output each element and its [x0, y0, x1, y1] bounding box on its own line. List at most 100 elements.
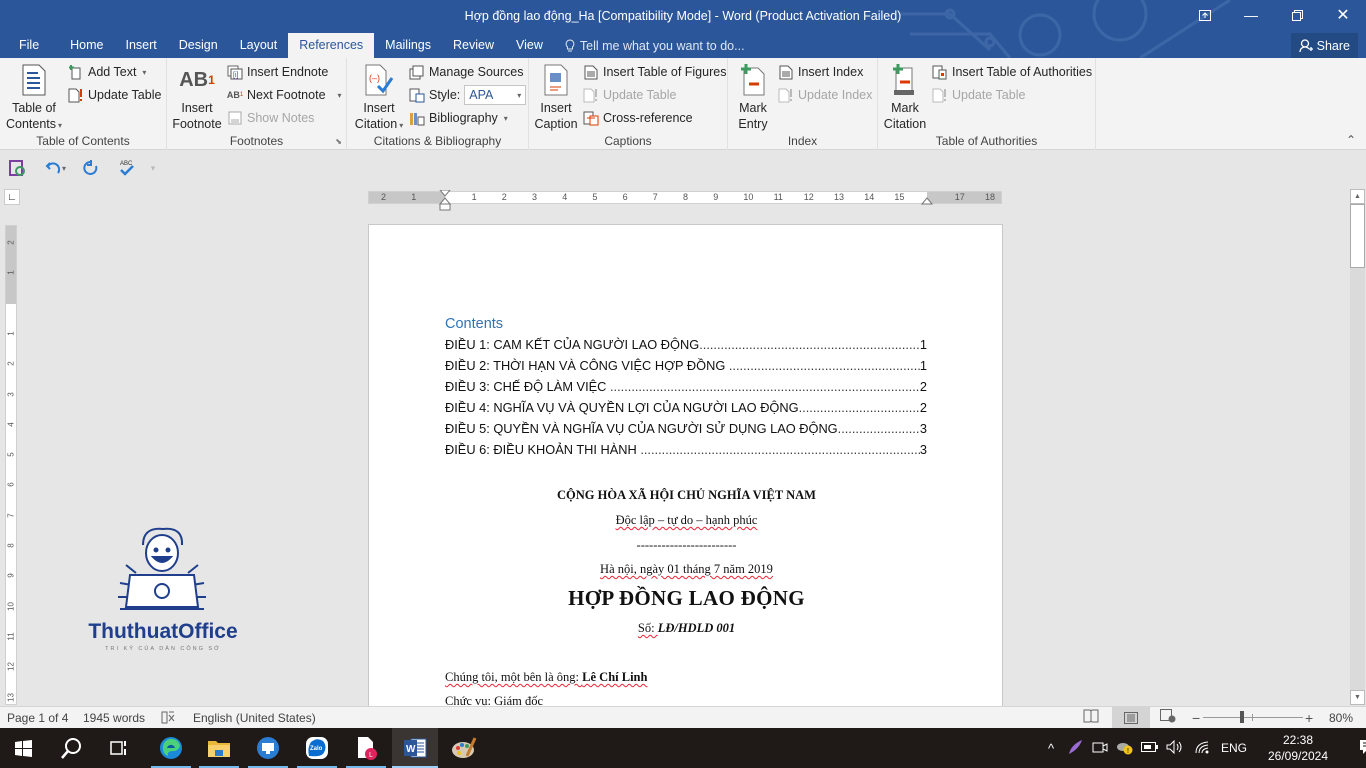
- indent-markers[interactable]: [439, 190, 451, 212]
- tell-me-box[interactable]: Tell me what you want to do...: [554, 33, 756, 58]
- document-page[interactable]: Contents ĐIỀU 1: CAM KẾT CỦA NGƯỜI LAO Đ…: [368, 224, 1003, 706]
- onedrive-warning-icon[interactable]: !: [1112, 739, 1138, 758]
- insert-endnote-button[interactable]: [i] Insert Endnote: [227, 62, 328, 82]
- toc-entry[interactable]: ĐIỀU 2: THỜI HẠN VÀ CÔNG VIỆC HỢP ĐỒNG .…: [445, 358, 927, 373]
- share-button[interactable]: Share: [1290, 33, 1358, 58]
- undo-button[interactable]: ▾: [40, 157, 70, 179]
- taskbar-document-l[interactable]: L: [343, 728, 389, 768]
- insert-caption-button[interactable]: Insert Caption: [533, 62, 579, 132]
- insert-citation-button[interactable]: (–) Insert Citation ▾: [351, 62, 407, 134]
- svg-text:(–): (–): [369, 73, 380, 83]
- wifi-icon[interactable]: [1188, 740, 1216, 757]
- minimize-button[interactable]: —: [1228, 0, 1274, 30]
- scroll-thumb[interactable]: [1350, 204, 1365, 268]
- toc-entry[interactable]: ĐIỀU 6: ĐIỀU KHOẢN THI HÀNH ............…: [445, 442, 927, 457]
- zoom-slider-thumb[interactable]: [1239, 711, 1244, 723]
- toc-entry[interactable]: ĐIỀU 1: CAM KẾT CỦA NGƯỜI LAO ĐỘNG......…: [445, 337, 927, 352]
- save-button[interactable]: [6, 157, 28, 179]
- dialog-launcher-icon[interactable]: ⬊: [335, 137, 342, 146]
- table-of-contents-button[interactable]: Table of Contents ▾: [6, 62, 62, 134]
- ruler-tick-label: 6: [622, 192, 628, 202]
- toc-entry[interactable]: ĐIỀU 3: CHẾ ĐỘ LÀM VIỆC ................…: [445, 379, 927, 394]
- update-table-button[interactable]: Update Table: [68, 85, 161, 105]
- tab-mailings[interactable]: Mailings: [374, 33, 442, 58]
- ruler-tick-label: 4: [6, 422, 16, 427]
- right-indent-marker[interactable]: [921, 196, 933, 205]
- tab-design[interactable]: Design: [168, 33, 229, 58]
- ribbon-display-options-button[interactable]: [1182, 0, 1228, 30]
- tab-layout[interactable]: Layout: [229, 33, 289, 58]
- scroll-down-button[interactable]: ▼: [1350, 690, 1365, 705]
- taskbar-paint[interactable]: [441, 728, 487, 768]
- taskbar-remote-desktop[interactable]: [245, 728, 291, 768]
- proofing-icon[interactable]: [161, 710, 175, 727]
- read-mode-button[interactable]: [1083, 709, 1101, 725]
- taskbar-edge[interactable]: [148, 728, 194, 768]
- feather-app-icon[interactable]: [1062, 739, 1088, 758]
- group-label-authorities: Table of Authorities: [935, 134, 1038, 148]
- tab-view[interactable]: View: [505, 33, 554, 58]
- tab-insert[interactable]: Insert: [115, 33, 168, 58]
- search-button[interactable]: [48, 728, 94, 768]
- add-text-icon: [68, 64, 84, 80]
- vertical-scrollbar[interactable]: ▲ ▼: [1350, 189, 1365, 705]
- insert-index-button[interactable]: Insert Index: [778, 62, 863, 82]
- print-layout-button[interactable]: [1112, 707, 1150, 728]
- update-table-figures-label: Update Table: [603, 88, 677, 102]
- toc-entry[interactable]: ĐIỀU 5: QUYỀN VÀ NGHĨA VỤ CỦA NGƯỜI SỬ D…: [445, 421, 927, 436]
- next-footnote-button[interactable]: AB 1 Next Footnote ▾: [227, 85, 342, 105]
- word-count[interactable]: 1945 words: [83, 711, 145, 725]
- toc-entry[interactable]: ĐIỀU 4: NGHĨA VỤ VÀ QUYỀN LỢI CỦA NGƯỜI …: [445, 400, 927, 415]
- taskbar-word[interactable]: W: [392, 728, 438, 768]
- spelling-check-button[interactable]: ABC: [116, 157, 138, 179]
- tab-references[interactable]: References: [288, 33, 375, 58]
- tab-review[interactable]: Review: [442, 33, 505, 58]
- page-count[interactable]: Page 1 of 4: [7, 711, 68, 725]
- mark-citation-label-1: Mark: [891, 101, 919, 115]
- zoom-slider[interactable]: [1203, 711, 1303, 723]
- volume-icon[interactable]: [1162, 739, 1188, 757]
- vertical-ruler[interactable]: 2 1 1 2 3 4 5 6 7 8 9 10 11 12 13: [5, 225, 17, 705]
- restore-button[interactable]: [1274, 0, 1320, 30]
- next-footnote-dropdown[interactable]: ▾: [338, 91, 342, 100]
- web-layout-button[interactable]: [1160, 709, 1178, 725]
- bibliography-label: Bibliography: [429, 111, 498, 125]
- tab-selector[interactable]: ∟: [4, 189, 20, 205]
- horizontal-ruler[interactable]: 2 1 1 2 3 4 5 6 7 8 9 10 11 12 13 14 15 17 18: [368, 190, 1002, 211]
- insert-table-of-authorities-button[interactable]: Insert Table of Authorities: [932, 62, 1092, 82]
- manage-sources-button[interactable]: Manage Sources: [409, 62, 524, 82]
- tab-home[interactable]: Home: [59, 33, 114, 58]
- style-dropdown[interactable]: APA ▾: [464, 85, 527, 105]
- show-hidden-icons-button[interactable]: ^: [1040, 741, 1062, 756]
- taskbar-file-explorer[interactable]: [196, 728, 242, 768]
- zoom-out-button[interactable]: −: [1192, 710, 1200, 726]
- taskbar-zalo[interactable]: Zalo: [294, 728, 340, 768]
- group-index: Mark Entry Insert Index Update Index Ind…: [728, 58, 878, 150]
- battery-icon[interactable]: [1138, 741, 1162, 755]
- collapse-ribbon-icon[interactable]: ⌃: [1346, 133, 1356, 147]
- group-table-of-contents: Table of Contents ▾ Add Text ▾ Update Tabl…: [0, 58, 167, 150]
- input-language-indicator[interactable]: ENG: [1216, 741, 1252, 755]
- zoom-level[interactable]: 80%: [1329, 711, 1353, 725]
- mark-entry-button[interactable]: Mark Entry: [732, 62, 774, 132]
- task-view-button[interactable]: [96, 728, 142, 768]
- bibliography-button[interactable]: Bibliography ▾: [409, 108, 508, 128]
- clock[interactable]: 22:38 26/09/2024: [1262, 732, 1334, 764]
- redo-button[interactable]: [80, 157, 102, 179]
- cross-reference-button[interactable]: Cross-reference: [583, 108, 693, 128]
- customize-qat-icon[interactable]: ▾: [146, 157, 160, 179]
- start-button[interactable]: [0, 728, 46, 768]
- insert-footnote-button[interactable]: AB 1 Insert Footnote: [171, 62, 223, 132]
- cross-reference-label: Cross-reference: [603, 111, 693, 125]
- scroll-up-button[interactable]: ▲: [1350, 189, 1365, 204]
- zoom-in-button[interactable]: +: [1305, 710, 1313, 726]
- close-button[interactable]: ✕: [1320, 0, 1366, 30]
- mark-citation-button[interactable]: Mark Citation: [882, 62, 928, 132]
- tab-file[interactable]: File: [0, 33, 59, 58]
- action-center-button[interactable]: 5: [1348, 739, 1366, 758]
- add-text-button[interactable]: Add Text ▾: [68, 62, 146, 82]
- insert-table-of-figures-button[interactable]: Insert Table of Figures: [583, 62, 726, 82]
- camera-icon[interactable]: [1088, 740, 1112, 757]
- ruler-tick-label: 14: [864, 192, 875, 202]
- language-indicator[interactable]: English (United States): [193, 711, 316, 725]
